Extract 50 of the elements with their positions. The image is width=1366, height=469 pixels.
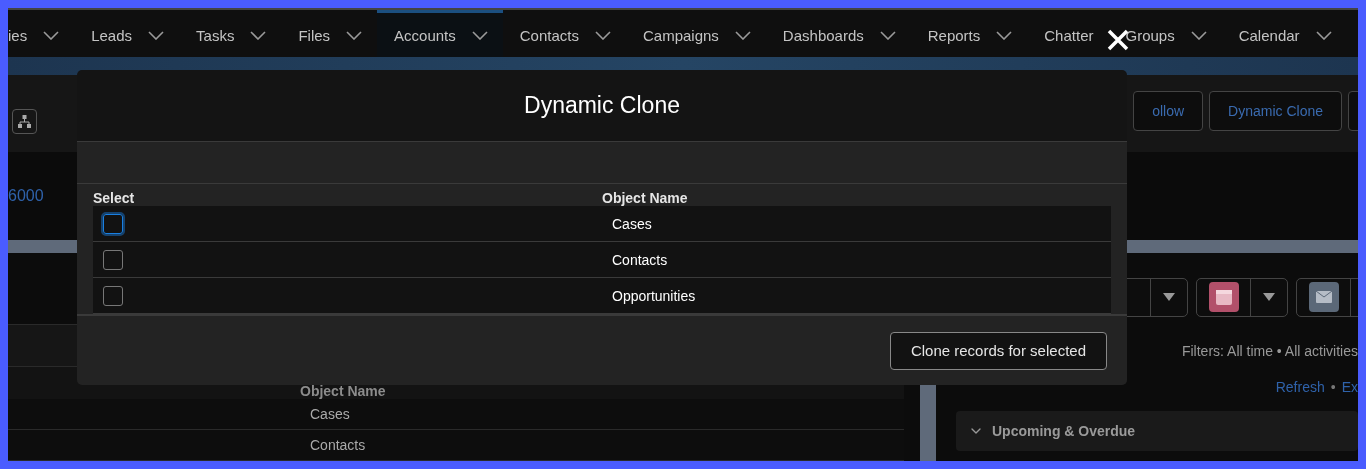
table-row[interactable]: Opportunities [93, 278, 1111, 314]
chevron-down-icon [43, 30, 60, 40]
separator-dot: • [1330, 378, 1336, 395]
table-cell-text: Opportunities [611, 287, 697, 304]
table-row[interactable]: Cases [93, 206, 1111, 242]
column-header: Object Name [602, 190, 689, 206]
chevron-down-icon [1315, 30, 1332, 40]
chevron-down-icon [471, 30, 488, 40]
nav-tab[interactable]: Leads [74, 10, 180, 58]
nav-tab[interactable]: Reports [910, 10, 1028, 58]
nav-tab[interactable]: Files [281, 10, 378, 58]
chevron-down-icon [250, 30, 267, 40]
checkbox[interactable] [103, 249, 123, 270]
clone-button[interactable]: Clone records for selected [889, 331, 1107, 370]
table-cell: Cases [310, 405, 350, 422]
nav-tab[interactable]: Dashboards [765, 10, 911, 58]
checkbox[interactable] [103, 285, 123, 306]
table-row[interactable]: Contacts [93, 242, 1111, 278]
chevron-down-icon [148, 30, 165, 40]
caret-down-icon [1263, 293, 1275, 302]
nav-tab[interactable]: Calendar [1221, 10, 1347, 58]
nav-tab[interactable]: ies [8, 10, 75, 58]
nav-tab[interactable]: Groups [1108, 10, 1222, 58]
table-cell-text: Contacts [611, 251, 669, 268]
header-button[interactable]: ollow [1133, 91, 1204, 132]
envelope-icon [1308, 282, 1339, 313]
table-cell-text: Cases [611, 215, 653, 232]
modal-title: Dynamic Clone [524, 92, 680, 119]
chevron-down-icon [1190, 30, 1207, 40]
section-header[interactable]: Upcoming & Overdue [956, 410, 1358, 451]
chevron-down-icon [595, 30, 611, 40]
column-header: Select [93, 190, 136, 206]
nav-tab[interactable]: Chatter [1027, 10, 1109, 58]
nav-tab[interactable]: Accounts [377, 10, 503, 58]
chevron-down-icon [879, 30, 896, 40]
header-button[interactable]: Dynamic Clone [1209, 91, 1342, 132]
calendar-icon [1208, 282, 1239, 313]
hierarchy-button[interactable] [12, 108, 37, 134]
column-header: Object Name [300, 382, 386, 399]
table-cell: Contacts [310, 436, 366, 453]
activity-button-group[interactable] [1196, 277, 1288, 317]
nav-tab[interactable]: Campaigns [626, 10, 766, 58]
filters-text: Filters: All time • All activities [1181, 342, 1358, 359]
chevron-down-icon [996, 30, 1013, 40]
caret-down-icon [1163, 293, 1175, 302]
chevron-down-icon [734, 30, 751, 40]
nav-tab[interactable]: Tasks [179, 10, 282, 58]
hierarchy-icon [18, 114, 31, 128]
chevron-down-icon [346, 30, 363, 40]
nav-tab[interactable]: Contacts [502, 10, 626, 58]
